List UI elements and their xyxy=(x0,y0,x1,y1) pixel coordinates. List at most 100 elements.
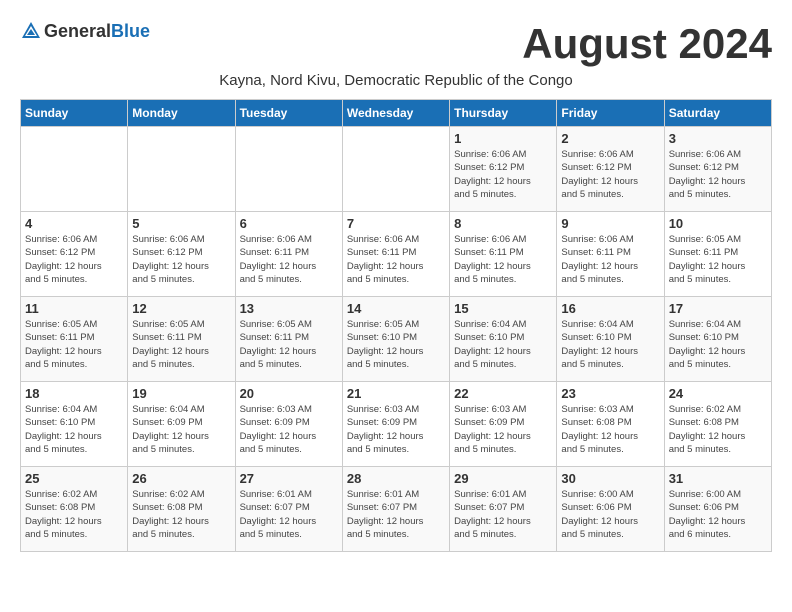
calendar-cell: 9Sunrise: 6:06 AM Sunset: 6:11 PM Daylig… xyxy=(557,212,664,297)
day-number: 28 xyxy=(347,471,445,486)
day-number: 20 xyxy=(240,386,338,401)
day-number: 17 xyxy=(669,301,767,316)
day-number: 22 xyxy=(454,386,552,401)
day-number: 25 xyxy=(25,471,123,486)
day-detail: Sunrise: 6:06 AM Sunset: 6:12 PM Dayligh… xyxy=(132,233,230,286)
day-number: 18 xyxy=(25,386,123,401)
day-detail: Sunrise: 6:00 AM Sunset: 6:06 PM Dayligh… xyxy=(669,488,767,541)
day-of-week-header: Wednesday xyxy=(342,100,449,127)
day-number: 4 xyxy=(25,216,123,231)
day-number: 9 xyxy=(561,216,659,231)
day-detail: Sunrise: 6:04 AM Sunset: 6:10 PM Dayligh… xyxy=(25,403,123,456)
calendar-cell xyxy=(342,127,449,212)
calendar-cell: 23 Sunrise: 6:03 AM Sunset: 6:08 PM Dayli… xyxy=(557,382,664,467)
calendar-cell xyxy=(21,127,128,212)
calendar-week-row: 4 Sunrise: 6:06 AM Sunset: 6:12 PM Daylig… xyxy=(21,212,772,297)
day-of-week-header: Tuesday xyxy=(235,100,342,127)
calendar-week-row: 1 Sunrise: 6:06 AM Sunset: 6:12 PM Daylig… xyxy=(21,127,772,212)
day-number: 31 xyxy=(669,471,767,486)
calendar-cell: 7Sunrise: 6:06 AM Sunset: 6:11 PM Daylig… xyxy=(342,212,449,297)
calendar-week-row: 25 Sunrise: 6:02 AM Sunset: 6:08 PM Dayli… xyxy=(21,467,772,552)
calendar-cell: 21 Sunrise: 6:03 AM Sunset: 6:09 PM Dayli… xyxy=(342,382,449,467)
day-detail: Sunrise: 6:05 AM Sunset: 6:11 PM Dayligh… xyxy=(25,318,123,371)
day-number: 21 xyxy=(347,386,445,401)
day-detail: Sunrise: 6:02 AM Sunset: 6:08 PM Dayligh… xyxy=(669,403,767,456)
day-of-week-header: Friday xyxy=(557,100,664,127)
logo-icon xyxy=(20,20,42,42)
day-detail: Sunrise: 6:06 AM Sunset: 6:12 PM Dayligh… xyxy=(454,148,552,201)
day-number: 14 xyxy=(347,301,445,316)
day-detail: Sunrise: 6:00 AM Sunset: 6:06 PM Dayligh… xyxy=(561,488,659,541)
day-number: 3 xyxy=(669,131,767,146)
day-number: 2 xyxy=(561,131,659,146)
day-number: 6 xyxy=(240,216,338,231)
day-number: 8 xyxy=(454,216,552,231)
day-number: 5 xyxy=(132,216,230,231)
day-detail: Sunrise: 6:06 AM Sunset: 6:12 PM Dayligh… xyxy=(25,233,123,286)
calendar-cell: 14 Sunrise: 6:05 AM Sunset: 6:10 PM Dayli… xyxy=(342,297,449,382)
day-detail: Sunrise: 6:04 AM Sunset: 6:10 PM Dayligh… xyxy=(669,318,767,371)
day-detail: Sunrise: 6:06 AM Sunset: 6:12 PM Dayligh… xyxy=(669,148,767,201)
logo-text: GeneralBlue xyxy=(44,21,150,42)
day-detail: Sunrise: 6:03 AM Sunset: 6:08 PM Dayligh… xyxy=(561,403,659,456)
calendar-cell xyxy=(235,127,342,212)
logo-blue: Blue xyxy=(111,21,150,41)
day-detail: Sunrise: 6:04 AM Sunset: 6:10 PM Dayligh… xyxy=(561,318,659,371)
calendar-cell: 27 Sunrise: 6:01 AM Sunset: 6:07 PM Dayli… xyxy=(235,467,342,552)
day-detail: Sunrise: 6:01 AM Sunset: 6:07 PM Dayligh… xyxy=(454,488,552,541)
calendar-cell: 4 Sunrise: 6:06 AM Sunset: 6:12 PM Daylig… xyxy=(21,212,128,297)
day-detail: Sunrise: 6:03 AM Sunset: 6:09 PM Dayligh… xyxy=(347,403,445,456)
calendar-cell: 17 Sunrise: 6:04 AM Sunset: 6:10 PM Dayli… xyxy=(664,297,771,382)
day-detail: Sunrise: 6:02 AM Sunset: 6:08 PM Dayligh… xyxy=(25,488,123,541)
day-detail: Sunrise: 6:03 AM Sunset: 6:09 PM Dayligh… xyxy=(454,403,552,456)
calendar-cell: 24 Sunrise: 6:02 AM Sunset: 6:08 PM Dayli… xyxy=(664,382,771,467)
day-detail: Sunrise: 6:05 AM Sunset: 6:10 PM Dayligh… xyxy=(347,318,445,371)
day-detail: Sunrise: 6:01 AM Sunset: 6:07 PM Dayligh… xyxy=(347,488,445,541)
day-detail: Sunrise: 6:03 AM Sunset: 6:09 PM Dayligh… xyxy=(240,403,338,456)
day-number: 27 xyxy=(240,471,338,486)
month-title: August 2024 xyxy=(522,20,772,68)
calendar-cell: 28 Sunrise: 6:01 AM Sunset: 6:07 PM Dayli… xyxy=(342,467,449,552)
day-number: 24 xyxy=(669,386,767,401)
calendar-cell: 25 Sunrise: 6:02 AM Sunset: 6:08 PM Dayli… xyxy=(21,467,128,552)
calendar-cell: 22 Sunrise: 6:03 AM Sunset: 6:09 PM Dayli… xyxy=(450,382,557,467)
day-number: 19 xyxy=(132,386,230,401)
day-of-week-header: Sunday xyxy=(21,100,128,127)
calendar-cell: 8 Sunrise: 6:06 AM Sunset: 6:11 PM Daylig… xyxy=(450,212,557,297)
logo-general: General xyxy=(44,21,111,41)
calendar-header-row: SundayMondayTuesdayWednesdayThursdayFrid… xyxy=(21,100,772,127)
calendar-table: SundayMondayTuesdayWednesdayThursdayFrid… xyxy=(20,99,772,552)
header: GeneralBlue August 2024 xyxy=(20,20,772,68)
calendar-cell: 5 Sunrise: 6:06 AM Sunset: 6:12 PM Daylig… xyxy=(128,212,235,297)
day-number: 12 xyxy=(132,301,230,316)
day-number: 30 xyxy=(561,471,659,486)
calendar-cell: 26Sunrise: 6:02 AM Sunset: 6:08 PM Dayli… xyxy=(128,467,235,552)
location-title: Kayna, Nord Kivu, Democratic Republic of… xyxy=(20,72,772,89)
day-detail: Sunrise: 6:06 AM Sunset: 6:12 PM Dayligh… xyxy=(561,148,659,201)
calendar-cell: 16 Sunrise: 6:04 AM Sunset: 6:10 PM Dayli… xyxy=(557,297,664,382)
day-number: 15 xyxy=(454,301,552,316)
logo: GeneralBlue xyxy=(20,20,150,42)
calendar-cell: 1 Sunrise: 6:06 AM Sunset: 6:12 PM Daylig… xyxy=(450,127,557,212)
calendar-cell: 3 Sunrise: 6:06 AM Sunset: 6:12 PM Daylig… xyxy=(664,127,771,212)
day-detail: Sunrise: 6:05 AM Sunset: 6:11 PM Dayligh… xyxy=(132,318,230,371)
day-of-week-header: Thursday xyxy=(450,100,557,127)
day-number: 13 xyxy=(240,301,338,316)
day-detail: Sunrise: 6:06 AM Sunset: 6:11 PM Dayligh… xyxy=(347,233,445,286)
calendar-cell: 13Sunrise: 6:05 AM Sunset: 6:11 PM Dayli… xyxy=(235,297,342,382)
day-of-week-header: Saturday xyxy=(664,100,771,127)
day-number: 10 xyxy=(669,216,767,231)
calendar-cell: 6 Sunrise: 6:06 AM Sunset: 6:11 PM Daylig… xyxy=(235,212,342,297)
calendar-cell: 15Sunrise: 6:04 AM Sunset: 6:10 PM Dayli… xyxy=(450,297,557,382)
day-number: 23 xyxy=(561,386,659,401)
calendar-cell xyxy=(128,127,235,212)
day-detail: Sunrise: 6:01 AM Sunset: 6:07 PM Dayligh… xyxy=(240,488,338,541)
day-detail: Sunrise: 6:06 AM Sunset: 6:11 PM Dayligh… xyxy=(240,233,338,286)
calendar-cell: 31 Sunrise: 6:00 AM Sunset: 6:06 PM Dayli… xyxy=(664,467,771,552)
calendar-cell: 19Sunrise: 6:04 AM Sunset: 6:09 PM Dayli… xyxy=(128,382,235,467)
calendar-cell: 12 Sunrise: 6:05 AM Sunset: 6:11 PM Dayli… xyxy=(128,297,235,382)
page-container: GeneralBlue August 2024 Kayna, Nord Kivu… xyxy=(20,20,772,552)
day-detail: Sunrise: 6:06 AM Sunset: 6:11 PM Dayligh… xyxy=(454,233,552,286)
day-number: 1 xyxy=(454,131,552,146)
day-number: 16 xyxy=(561,301,659,316)
